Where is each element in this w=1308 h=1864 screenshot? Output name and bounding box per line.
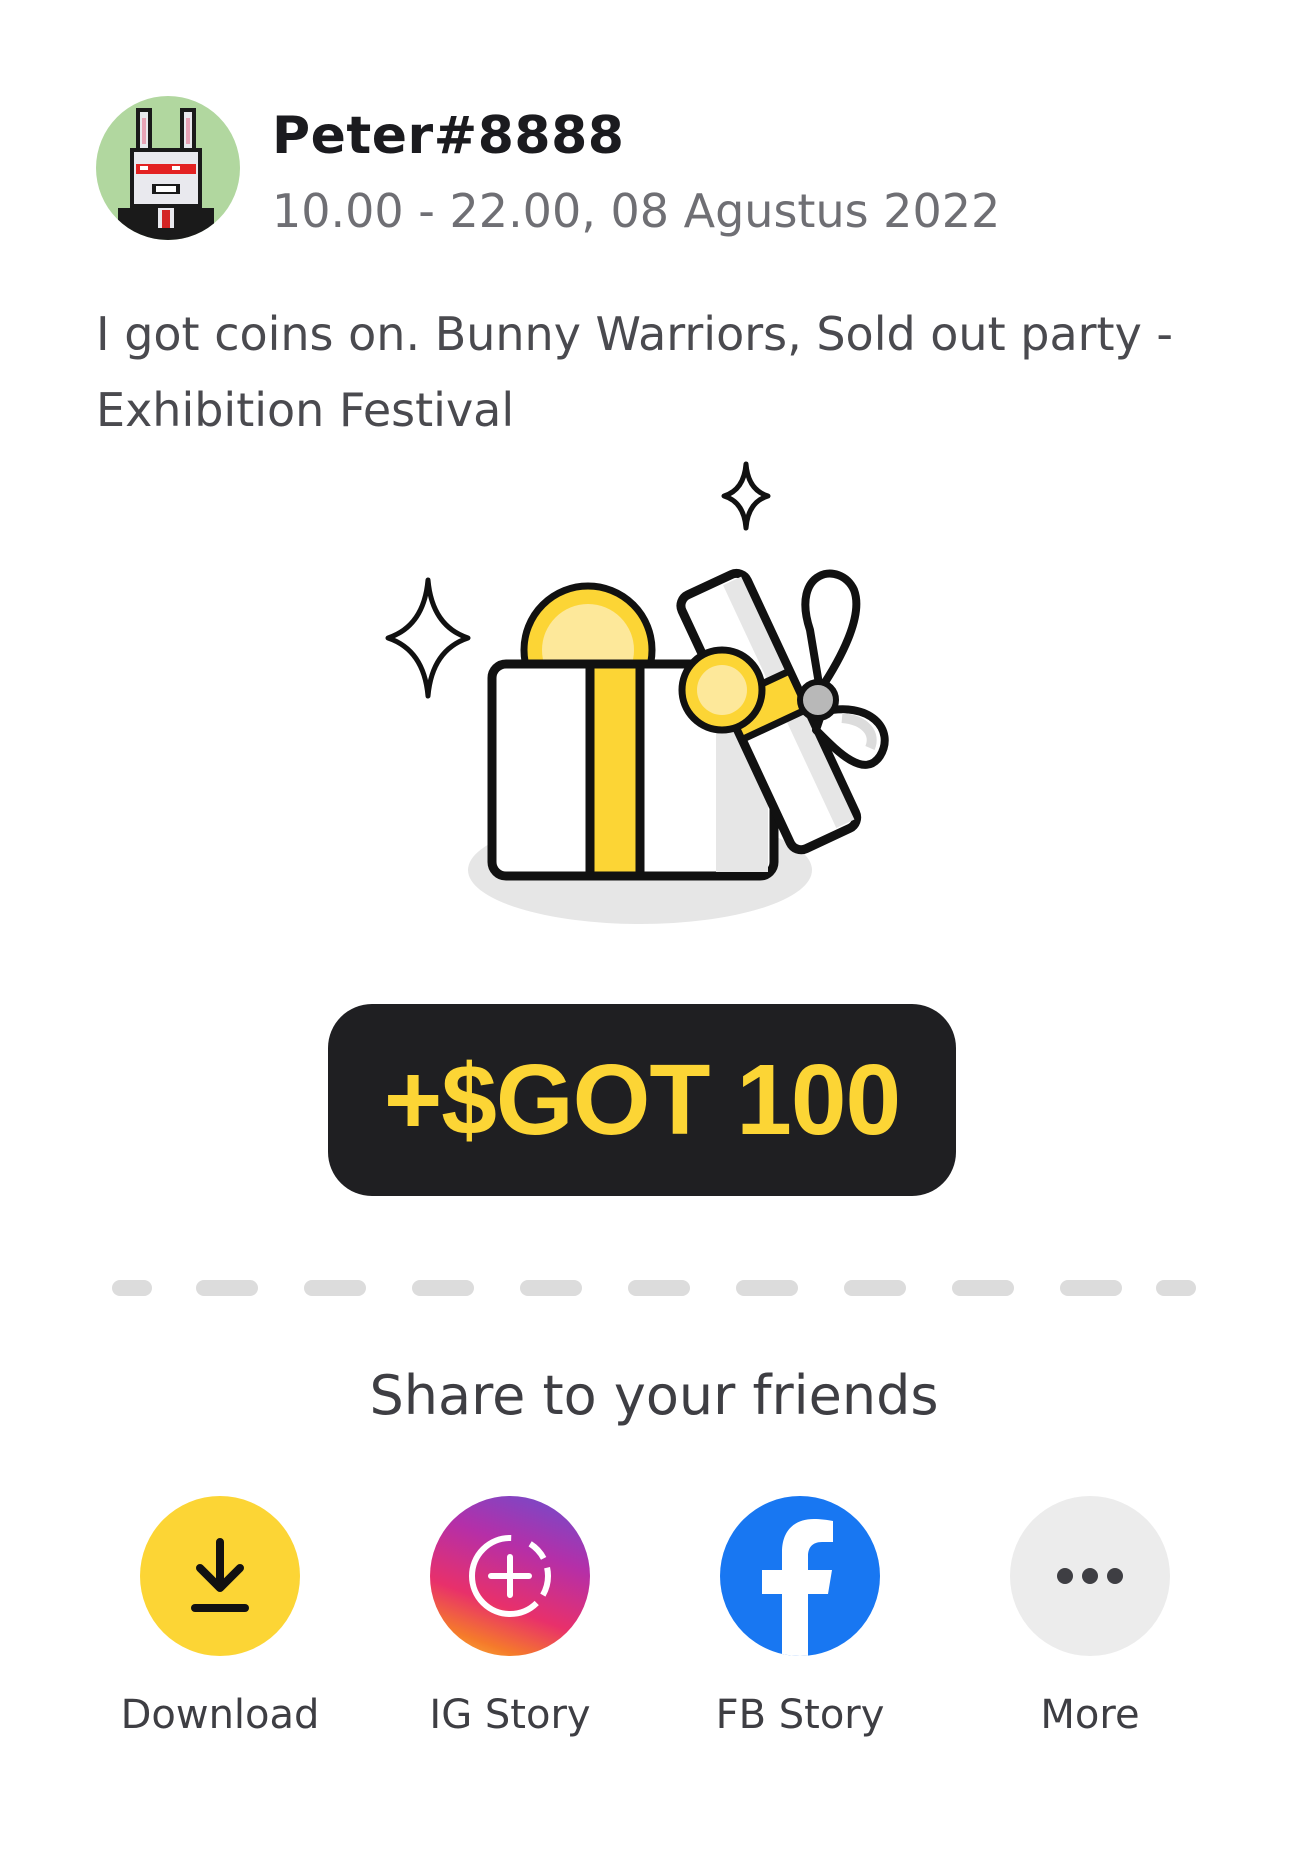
share-fb-story-button[interactable]: FB Story — [680, 1496, 920, 1776]
ig-story-button-circle[interactable] — [430, 1496, 590, 1656]
share-title: Share to your friends — [369, 1364, 939, 1427]
share-more-button[interactable]: More — [970, 1496, 1210, 1776]
instagram-story-icon — [469, 1535, 551, 1617]
more-label: More — [1040, 1692, 1140, 1738]
share-card: Peter#8888 10.00 - 22.00, 08 Agustus 202… — [0, 0, 1308, 1864]
gift-ribbon — [585, 659, 645, 881]
pixel-bunny-avatar-icon — [118, 108, 214, 240]
gift-bow — [801, 569, 861, 694]
event-datetime: 10.00 - 22.00, 08 Agustus 2022 — [272, 184, 1001, 238]
fb-story-label: FB Story — [715, 1692, 885, 1738]
username: Peter#8888 — [272, 106, 625, 166]
reward-amount: +$GOT 100 — [383, 1043, 901, 1156]
reward-badge: +$GOT 100 — [328, 1004, 956, 1196]
share-ig-story-button[interactable]: IG Story — [390, 1496, 630, 1776]
gift-box-illustration — [385, 461, 889, 924]
facebook-icon — [762, 1519, 833, 1656]
sparkle-icon — [721, 461, 771, 531]
more-icon — [1057, 1568, 1123, 1584]
ig-story-label: IG Story — [429, 1692, 591, 1738]
download-button-circle[interactable] — [140, 1496, 300, 1656]
dashed-divider — [112, 1280, 1196, 1296]
download-label: Download — [120, 1692, 320, 1738]
download-icon — [191, 1538, 249, 1612]
share-options: Download IG Story FB Story More — [0, 1496, 1308, 1776]
post-message: I got coins on. Bunny Warriors, Sold out… — [96, 307, 1174, 437]
share-download-button[interactable]: Download — [100, 1496, 340, 1776]
avatar — [96, 96, 240, 240]
more-button-circle[interactable] — [1010, 1496, 1170, 1656]
sparkle-icon — [385, 577, 471, 699]
fb-story-button-circle[interactable] — [720, 1496, 880, 1656]
